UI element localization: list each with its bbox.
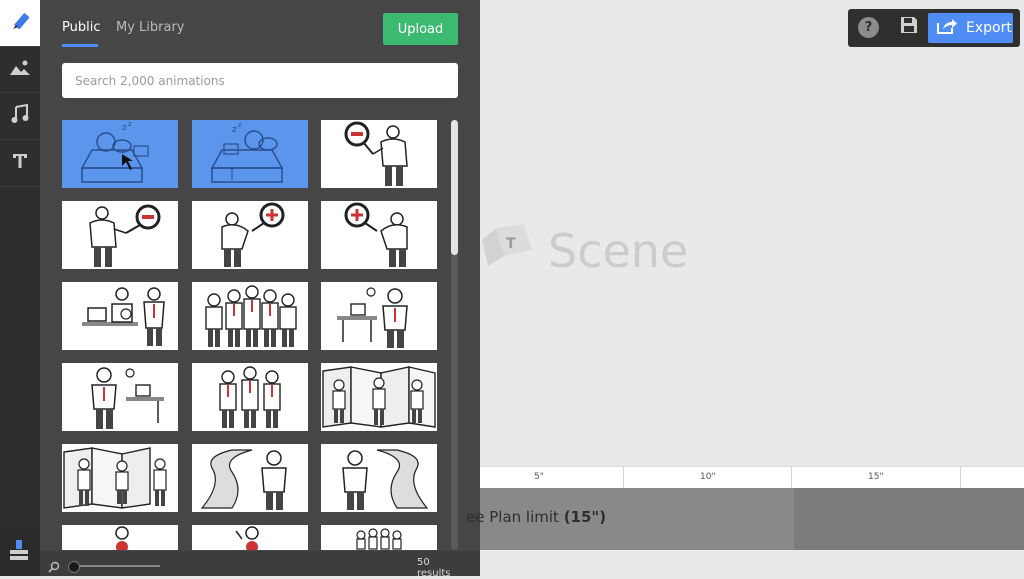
animation-thumbnail[interactable] xyxy=(62,201,178,269)
thumbnail-size-slider[interactable] xyxy=(72,565,160,567)
animation-thumbnail[interactable] xyxy=(321,201,437,269)
export-icon xyxy=(936,17,958,39)
scene-placeholder: T Scene xyxy=(478,220,688,281)
animation-thumbnail[interactable] xyxy=(62,525,178,550)
svg-text:z: z xyxy=(122,123,127,133)
sidebar-item-text[interactable] xyxy=(0,140,40,187)
timeline-ruler: 5" 10" 15" xyxy=(480,466,1024,489)
sidebar-item-images[interactable] xyxy=(0,46,40,93)
svg-text:T: T xyxy=(506,236,516,252)
animation-thumbnail[interactable] xyxy=(62,282,178,350)
slider-handle[interactable] xyxy=(68,561,80,573)
plan-limit-value: (15") xyxy=(563,508,607,526)
panel-footer xyxy=(40,551,480,576)
text-icon xyxy=(12,152,28,174)
save-button[interactable] xyxy=(898,16,920,38)
ruler-label: 5" xyxy=(534,472,544,482)
tab-my-library[interactable]: My Library xyxy=(116,20,185,35)
save-icon xyxy=(900,16,918,38)
tab-public[interactable]: Public xyxy=(62,20,100,35)
sidebar-rail xyxy=(0,0,40,576)
animation-thumbnail[interactable] xyxy=(321,120,437,188)
scrollbar-thumb[interactable] xyxy=(451,120,458,255)
sidebar-item-scenes[interactable] xyxy=(0,0,40,47)
animation-thumbnail[interactable] xyxy=(321,363,437,431)
animation-thumbnail[interactable] xyxy=(192,525,308,550)
svg-text:z: z xyxy=(232,125,237,135)
plan-limit-text: ee Plan limit xyxy=(466,508,559,526)
ruler-label: 10" xyxy=(700,472,716,482)
search-input[interactable] xyxy=(62,63,458,98)
active-tab-indicator xyxy=(62,44,98,47)
export-button[interactable]: Export xyxy=(928,13,1013,43)
export-label: Export xyxy=(966,20,1012,36)
animation-thumbnail[interactable]: z z xyxy=(62,120,178,188)
animation-thumbnail[interactable] xyxy=(192,201,308,269)
help-button[interactable]: ? xyxy=(858,17,879,38)
animation-thumbnail[interactable] xyxy=(192,444,308,512)
svg-text:z: z xyxy=(128,120,132,128)
ruler-label: 15" xyxy=(868,472,884,482)
timeline-over-limit xyxy=(794,488,1024,550)
animation-thumbnail[interactable]: z z xyxy=(192,120,308,188)
animation-thumbnail[interactable] xyxy=(321,444,437,512)
animation-thumbnail[interactable] xyxy=(321,525,437,550)
sidebar-item-music[interactable] xyxy=(0,93,40,140)
sidebar-bottom xyxy=(0,528,40,576)
upload-button[interactable]: Upload xyxy=(383,13,458,45)
animation-grid: z z z z xyxy=(62,120,438,550)
plan-limit-label: ee Plan limit (15") xyxy=(466,508,606,526)
grid-scrollbar[interactable] xyxy=(451,120,458,550)
bottom-strip xyxy=(480,550,1024,576)
zoom-icon xyxy=(48,558,60,577)
scene-cube-icon: T xyxy=(478,220,534,281)
animation-thumbnail[interactable] xyxy=(62,444,178,512)
music-icon xyxy=(11,103,29,128)
animation-thumbnail[interactable] xyxy=(62,363,178,431)
animation-thumbnail[interactable] xyxy=(192,282,308,350)
svg-text:z: z xyxy=(238,121,242,129)
animation-thumbnail[interactable] xyxy=(192,363,308,431)
scene-label: Scene xyxy=(548,223,689,278)
pencil-icon xyxy=(9,10,31,36)
animation-thumbnail[interactable] xyxy=(321,282,437,350)
image-icon xyxy=(9,58,31,80)
stack-icon[interactable] xyxy=(8,538,30,566)
